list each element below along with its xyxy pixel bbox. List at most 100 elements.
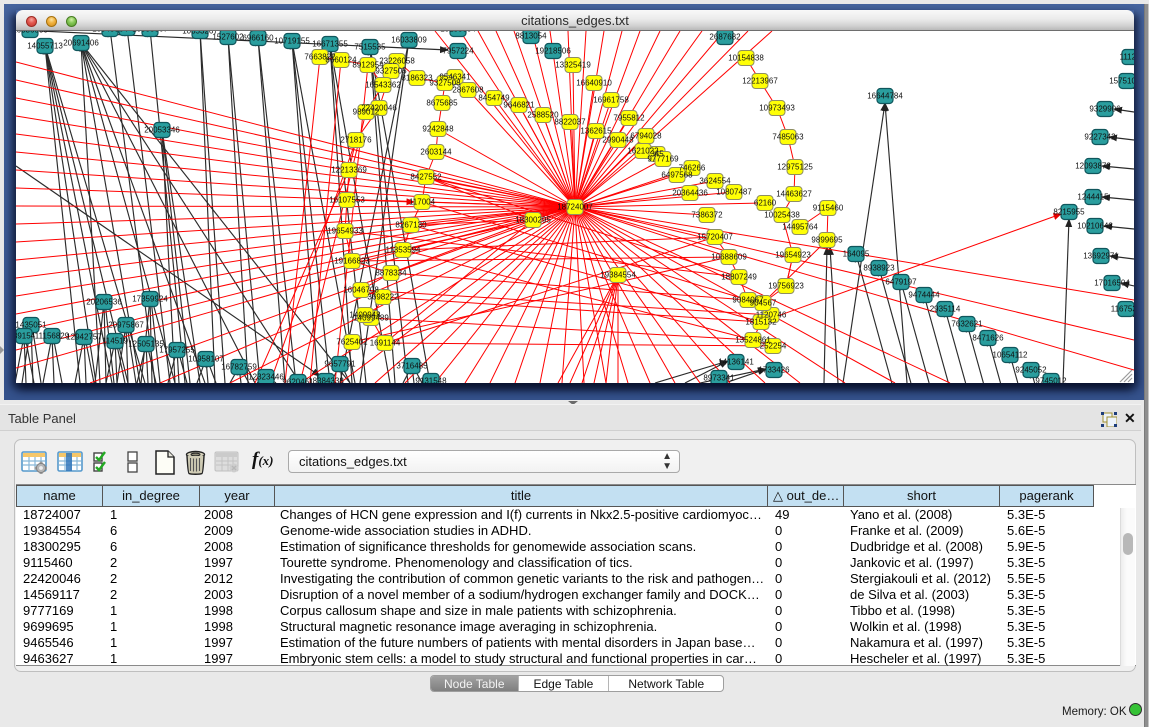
svg-text:8471626: 8471626: [972, 334, 1004, 343]
svg-text:9899695: 9899695: [811, 236, 843, 245]
svg-text:6479197: 6479197: [885, 278, 917, 287]
svg-text:16782759: 16782759: [221, 363, 257, 372]
svg-text:16336530: 16336530: [16, 31, 48, 35]
svg-text:8878334: 8878334: [375, 269, 407, 278]
svg-text:3624554: 3624554: [699, 177, 731, 186]
svg-text:8813054: 8813054: [515, 32, 547, 41]
svg-text:23226058: 23226058: [379, 57, 415, 66]
svg-text:19756923: 19756923: [768, 282, 804, 291]
svg-text:7955812: 7955812: [613, 114, 645, 123]
svg-text:7625402: 7625402: [336, 338, 368, 347]
svg-text:8215955: 8215955: [1053, 208, 1085, 217]
svg-text:1435051: 1435051: [16, 321, 47, 330]
svg-text:9329906: 9329906: [1089, 105, 1121, 114]
svg-text:13325419: 13325419: [555, 61, 591, 70]
svg-text:12213967: 12213967: [742, 77, 778, 86]
svg-text:6966160: 6966160: [242, 34, 274, 43]
svg-text:16107553: 16107553: [329, 196, 365, 205]
svg-text:18384338: 18384338: [308, 377, 344, 384]
svg-text:12975125: 12975125: [777, 163, 813, 172]
svg-text:10807487: 10807487: [716, 188, 752, 197]
svg-text:12323446: 12323446: [248, 373, 284, 382]
svg-text:18300295: 18300295: [515, 216, 551, 225]
svg-text:7957224: 7957224: [442, 47, 474, 56]
svg-text:9227342: 9227342: [1084, 133, 1116, 142]
svg-text:16033809: 16033809: [391, 36, 427, 45]
svg-text:9131548: 9131548: [415, 377, 447, 384]
svg-text:10210643: 10210643: [1077, 222, 1113, 231]
svg-text:1362615: 1362615: [580, 127, 612, 136]
svg-text:9657791: 9657791: [324, 360, 356, 369]
svg-text:114519: 114519: [102, 337, 129, 346]
svg-text:10654112: 10654112: [993, 351, 1029, 360]
svg-text:7485063: 7485063: [772, 133, 804, 142]
svg-text:904567: 904567: [750, 299, 777, 308]
svg-text:16644784: 16644784: [867, 92, 903, 101]
svg-text:8267130: 8267130: [395, 221, 427, 230]
svg-text:18724007: 18724007: [557, 203, 593, 212]
svg-text:2687682: 2687682: [709, 33, 741, 42]
svg-text:10958107: 10958107: [188, 355, 224, 364]
svg-text:19166823: 19166823: [334, 257, 370, 266]
svg-text:20206536: 20206536: [86, 298, 122, 307]
svg-text:10154838: 10154838: [728, 54, 764, 63]
svg-text:1527602: 1527602: [212, 33, 244, 42]
svg-text:8938923: 8938923: [863, 264, 895, 273]
svg-text:1244415: 1244415: [1077, 193, 1109, 202]
svg-text:1409948: 1409948: [349, 311, 381, 320]
svg-text:10025438: 10025438: [764, 211, 800, 220]
svg-text:7386372: 7386372: [691, 211, 723, 220]
svg-text:20053346: 20053346: [144, 126, 180, 135]
svg-text:3698222: 3698222: [367, 293, 399, 302]
svg-text:2935114: 2935114: [930, 305, 961, 314]
svg-text:8822037: 8822037: [554, 118, 586, 127]
svg-text:14136141: 14136141: [718, 358, 754, 367]
svg-text:16961758: 16961758: [593, 96, 629, 105]
svg-text:11156829: 11156829: [35, 332, 70, 341]
svg-text:989012: 989012: [353, 108, 380, 117]
svg-text:1167533: 1167533: [1111, 305, 1134, 314]
svg-text:2603144: 2603144: [420, 148, 452, 157]
svg-text:14463627: 14463627: [776, 190, 812, 199]
svg-text:1733426: 1733426: [758, 366, 790, 375]
svg-text:1815132: 1815132: [745, 318, 777, 327]
svg-text:16671355: 16671355: [312, 40, 348, 49]
svg-text:9245052: 9245052: [1015, 366, 1047, 375]
svg-text:16543362: 16543362: [365, 81, 401, 90]
svg-text:9242848: 9242848: [422, 125, 454, 134]
svg-text:17359924: 17359924: [132, 295, 168, 304]
svg-text:2990448: 2990448: [602, 136, 634, 145]
svg-text:6794028: 6794028: [630, 132, 662, 141]
svg-text:17957255: 17957255: [159, 346, 195, 355]
svg-text:19654933: 19654933: [327, 227, 363, 236]
svg-text:10688609: 10688609: [711, 253, 747, 262]
svg-text:10973493: 10973493: [759, 104, 795, 113]
svg-text:11124: 11124: [1119, 53, 1134, 62]
svg-text:3716485: 3716485: [396, 362, 428, 371]
svg-text:20691406: 20691406: [63, 39, 99, 48]
svg-text:2718176: 2718176: [340, 136, 372, 145]
svg-text:13692971: 13692971: [1083, 252, 1119, 261]
svg-text:18133054: 18133054: [440, 31, 476, 34]
svg-text:9777169: 9777169: [647, 155, 679, 164]
svg-text:20975867: 20975867: [108, 321, 144, 330]
svg-text:8427552: 8427552: [410, 173, 442, 182]
svg-text:18807249: 18807249: [721, 273, 757, 282]
svg-text:16640910: 16640910: [576, 79, 612, 88]
svg-text:9745012: 9745012: [1035, 377, 1067, 384]
svg-text:12213369: 12213369: [331, 166, 367, 175]
svg-text:10953867: 10953867: [132, 31, 168, 34]
svg-text:19218506: 19218506: [535, 47, 571, 56]
svg-text:9474444: 9474444: [908, 291, 940, 300]
svg-text:10719155: 10719155: [274, 37, 310, 46]
svg-text:14495764: 14495764: [782, 223, 818, 232]
svg-text:17016504: 17016504: [1094, 279, 1130, 288]
svg-text:20364436: 20364436: [672, 189, 708, 198]
svg-text:11353594: 11353594: [386, 246, 422, 255]
svg-text:19654923: 19654923: [775, 251, 811, 260]
svg-text:8973341: 8973341: [703, 374, 735, 383]
svg-text:8186323: 8186323: [401, 74, 433, 83]
svg-text:8675685: 8675685: [426, 99, 458, 108]
svg-text:164095: 164095: [843, 250, 870, 259]
svg-text:15751074: 15751074: [1109, 77, 1134, 86]
